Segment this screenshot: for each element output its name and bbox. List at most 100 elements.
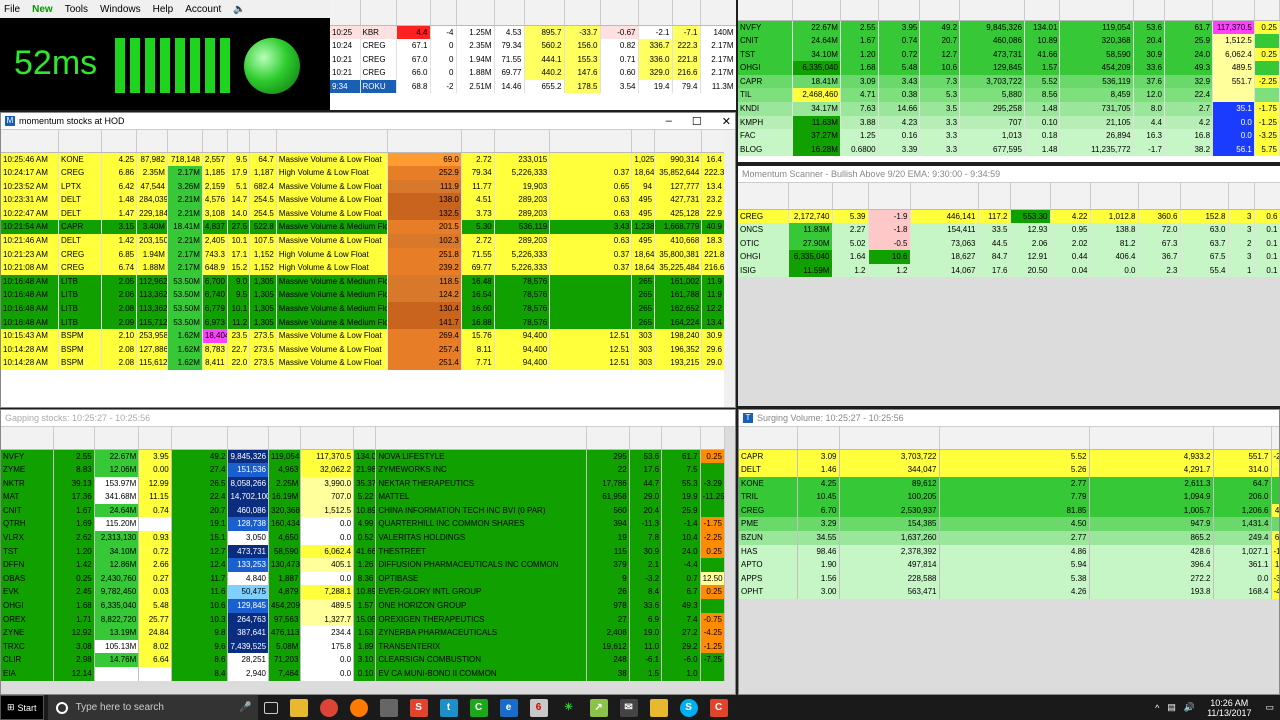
- table-row[interactable]: APPS1.56228,5885.38272.20.0-3.25: [739, 571, 1279, 586]
- column-header[interactable]: [1212, 0, 1255, 21]
- menu-account[interactable]: Account: [185, 4, 221, 15]
- column-header[interactable]: [919, 0, 961, 21]
- column-header[interactable]: [494, 0, 525, 26]
- table-row[interactable]: OBAS 0.25 2,430,760 0.27 11.7 4,840 1,887 0.0 8.…: [1, 571, 726, 586]
- table-row[interactable]: CNIT 24.64M 1.67 0.74 20.7 460,086 10.89 320,36…: [738, 34, 1280, 48]
- column-header[interactable]: [171, 427, 229, 450]
- table-row[interactable]: NVFY 22.67M 2.55 3.95 49.2 9,845,326 134.01 119…: [738, 20, 1280, 35]
- mail-icon[interactable]: ✉: [619, 698, 638, 717]
- column-header[interactable]: [631, 130, 656, 153]
- column-header[interactable]: [672, 0, 701, 26]
- column-header[interactable]: [387, 130, 462, 153]
- camera-icon[interactable]: [379, 698, 398, 717]
- tray-arrow-icon[interactable]: ^: [1155, 703, 1159, 713]
- start-button[interactable]: ⊞ Start: [0, 695, 44, 720]
- column-header[interactable]: [739, 427, 798, 450]
- column-header[interactable]: [396, 0, 431, 26]
- table-row[interactable]: 10:23:31 AM DELT 1.48 284,039 2.21M 4,576 14.7…: [1, 193, 725, 207]
- task-view-icon[interactable]: [263, 701, 278, 714]
- column-header[interactable]: [978, 183, 1011, 210]
- column-header[interactable]: [600, 0, 639, 26]
- table-row[interactable]: ZYNE 12.92 13.19M 24.84 9.8 387,641 476,113 234…: [1, 626, 726, 640]
- table-row[interactable]: CAPR3.093,703,7225.524,933.2551.7-2.25: [739, 449, 1279, 464]
- column-header[interactable]: [202, 130, 228, 153]
- taskbar-search[interactable]: Type here to search 🎤: [47, 695, 258, 720]
- column-header[interactable]: [494, 130, 551, 153]
- table-row[interactable]: 10:16:48 AM LITB 2.09 115,712 53.50M 6,973 11.…: [1, 315, 725, 330]
- table-row[interactable]: EIA 12.14 8.4 2,940 7,464 0.0 0.10 EV CA MUNI-B…: [1, 667, 726, 681]
- volume-icon[interactable]: 🔊: [1184, 702, 1195, 713]
- table-row[interactable]: 10:16:48 AM LITB 2.08 113,362 53.50M 6,779 10.…: [1, 302, 725, 316]
- column-header[interactable]: [53, 427, 95, 450]
- table-row[interactable]: 10:21 CREG 66.0 0 1.88M 69.77 440.2 147.6 0.60 32…: [330, 66, 736, 80]
- table-row[interactable]: 10:22:47 AM DELT 1.47 229,184 2.21M 3,108 14.0…: [1, 206, 725, 221]
- app-6-icon[interactable]: 6: [529, 698, 548, 717]
- table-row[interactable]: QTRH 1.69 115.20M 19.1 128,738 160,434 0.0 4.99…: [1, 517, 726, 532]
- table-row[interactable]: DELT 1.46 344,047 5.26 4,291.7 314.0: [739, 463, 1279, 477]
- table-row[interactable]: ISIG 11.59M 1.2 1.2 14,067 17.6 20.50 0.04 0.0 2.…: [738, 263, 1280, 278]
- table-row[interactable]: 10:24:17 AM CREG 6.86 2.35M 2.17M 1,185 17.9 1,…: [1, 166, 725, 180]
- column-header[interactable]: [1133, 0, 1165, 21]
- table-row[interactable]: NVFY 2.55 22.67M 3.95 49.2 9,845,326 119,054 11…: [1, 449, 726, 464]
- column-header[interactable]: [738, 183, 789, 210]
- table-row[interactable]: DFFN 1.42 12.86M 2.66 12.4 133,253 130,473 405.…: [1, 558, 726, 572]
- table-row[interactable]: TRXC 3.08 105.13M 8.02 9.6 7,439,525 5.08M 175.…: [1, 639, 726, 654]
- table-row[interactable]: CAPR 18.41M 3.09 3.43 7.3 3,703,722 5.52 536,11…: [738, 74, 1280, 89]
- column-header[interactable]: [461, 130, 495, 153]
- column-header[interactable]: [661, 427, 701, 450]
- table-row[interactable]: 10:21 CREG 67.0 0 1.94M 71.55 444.1 155.3 0.71 33…: [330, 52, 736, 67]
- network-icon[interactable]: ▤: [1167, 702, 1176, 713]
- column-header[interactable]: [300, 427, 355, 450]
- column-header[interactable]: [167, 130, 203, 153]
- column-header[interactable]: [959, 0, 1025, 21]
- column-header[interactable]: [839, 427, 940, 450]
- folder-icon[interactable]: [649, 698, 668, 717]
- app-c2-icon[interactable]: C: [709, 698, 728, 717]
- table-row[interactable]: OREX 1.71 8,822,720 25.77 10.3 264,763 97,563 1…: [1, 612, 726, 627]
- table-row[interactable]: VLRX 2.62 2,313,130 0.93 15.1 3,050 4,650 0.0 0.…: [1, 531, 726, 545]
- column-header[interactable]: [227, 130, 251, 153]
- column-header[interactable]: [1180, 183, 1229, 210]
- column-header[interactable]: [1271, 427, 1279, 450]
- table-row[interactable]: KONE 4.25 89,612 2.77 2,611.3 64.7: [739, 476, 1279, 491]
- table-row[interactable]: OPHT3.00563,4714.26193.8168.4-4.25: [739, 585, 1279, 600]
- app-spark-icon[interactable]: ✳: [559, 698, 578, 717]
- table-row[interactable]: TIL 2,468,460 4.71 0.38 5.3 5,880 8.56 8,459 12.…: [738, 88, 1280, 103]
- column-header[interactable]: [227, 427, 269, 450]
- app-c-icon[interactable]: C: [469, 698, 488, 717]
- table-row[interactable]: OHGI 1.68 6,335,040 5.48 10.6 129,845 454,209 4…: [1, 599, 726, 613]
- column-header[interactable]: [524, 0, 565, 26]
- column-header[interactable]: [430, 0, 457, 26]
- column-header[interactable]: [1089, 427, 1214, 450]
- file-explorer-icon[interactable]: [289, 698, 308, 717]
- column-header[interactable]: [1010, 183, 1051, 210]
- table-row[interactable]: OHGI 6,335,040 1.68 5.48 10.6 129,845 1.57 454,…: [738, 61, 1280, 75]
- table-row[interactable]: 10:14:28 AM BSPM 2.08 127,886 1.62M 8,783 22.7…: [1, 342, 725, 357]
- menu-windows[interactable]: Windows: [100, 4, 141, 15]
- column-header[interactable]: [1138, 183, 1181, 210]
- table-row[interactable]: TRIL 10.45 100,205 7.79 1,094.9 206.0: [739, 490, 1279, 504]
- column-header[interactable]: [1164, 0, 1214, 21]
- column-header[interactable]: [1, 130, 60, 153]
- column-header[interactable]: [654, 130, 703, 153]
- hod-scrollbar[interactable]: [724, 130, 735, 407]
- close-button[interactable]: ✕: [722, 115, 731, 128]
- table-row[interactable]: CLIR 2.98 14.76M 6.64 8.6 28,251 71,203 0.0 3.10…: [1, 653, 726, 667]
- column-header[interactable]: [564, 0, 601, 26]
- table-row[interactable]: OTIC 27.90M 5.02 -0.5 73,063 44.5 2.06 2.02 81.2…: [738, 236, 1280, 251]
- firefox-icon[interactable]: [349, 698, 368, 717]
- column-header[interactable]: [586, 427, 630, 450]
- table-row[interactable]: BZUN34.551,637,2602.77865.2249.46.75: [739, 531, 1279, 545]
- column-header[interactable]: [629, 427, 663, 450]
- table-row[interactable]: 10:16:48 AM LITB 2.05 112,962 53.50M 6,700 9.0…: [1, 274, 725, 289]
- table-row[interactable]: APTO1.90497,8145.94396.4361.11.75: [739, 558, 1279, 572]
- column-header[interactable]: [788, 183, 833, 210]
- column-header[interactable]: [360, 0, 397, 26]
- table-row[interactable]: 10:15:43 AM BSPM 2.10 253,958 1.62M 18,404 23.…: [1, 329, 725, 343]
- table-row[interactable]: 10:21:54 AM CAPR 3.15 3.40M 18.41M 4,837 27.5 5…: [1, 220, 725, 235]
- clock[interactable]: 10:26 AM 11/13/2017: [1207, 698, 1251, 718]
- table-row[interactable]: 10:23:52 AM LPTX 6.42 47,544 3.26M 2,159 5.1 68…: [1, 179, 725, 194]
- table-row[interactable]: 10:16:48 AM LITB 2.06 113,362 53.50M 6,740 9.5…: [1, 288, 725, 303]
- chrome-icon[interactable]: [319, 698, 338, 717]
- table-row[interactable]: CNIT 1.67 24.64M 0.74 20.7 460,086 320,368 1,51…: [1, 503, 726, 518]
